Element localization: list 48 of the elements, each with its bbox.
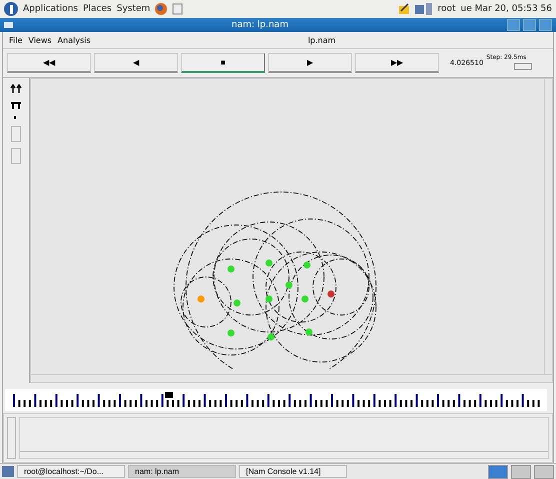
- network-node[interactable]: [198, 296, 204, 302]
- playback-button[interactable]: ◀◀: [7, 53, 91, 73]
- network-node[interactable]: [306, 328, 312, 336]
- network-node[interactable]: [234, 300, 240, 306]
- logo-icon[interactable]: [4, 2, 18, 16]
- panel-menu[interactable]: Applications: [23, 4, 78, 14]
- menu-item[interactable]: Analysis: [58, 36, 91, 44]
- network-node[interactable]: [328, 290, 334, 298]
- minimize-button[interactable]: [507, 19, 520, 31]
- panel-menu[interactable]: Places: [82, 4, 112, 14]
- network-node[interactable]: [266, 296, 272, 302]
- network-node[interactable]: [302, 296, 308, 302]
- tool-button[interactable]: [11, 126, 21, 142]
- globe-icon[interactable]: [155, 3, 168, 15]
- document-icon[interactable]: [172, 3, 184, 15]
- workspace-button[interactable]: [511, 464, 531, 478]
- clock: ue Mar 20, 05:53 56: [460, 4, 552, 14]
- playback-button[interactable]: ■: [181, 53, 265, 73]
- workspace-button[interactable]: [534, 464, 554, 478]
- maximize-button[interactable]: [523, 19, 536, 31]
- window-menu-icon[interactable]: [4, 22, 13, 28]
- menu-item[interactable]: File: [9, 36, 22, 44]
- notepad-icon[interactable]: [398, 3, 410, 15]
- network-node[interactable]: [266, 260, 272, 266]
- playback-button[interactable]: ▶: [268, 53, 352, 73]
- file-label: lp.nam: [306, 36, 337, 44]
- window-title: nam: lp.nam: [230, 20, 290, 30]
- timeline-ruler[interactable]: [5, 389, 547, 411]
- vertical-scrollbar[interactable]: [7, 417, 16, 459]
- close-button[interactable]: [539, 19, 552, 31]
- panel-menu[interactable]: System: [116, 4, 150, 14]
- network-icon[interactable]: [414, 3, 433, 15]
- taskbar-button[interactable]: nam: lp.nam: [128, 465, 236, 478]
- network-node[interactable]: [228, 266, 234, 272]
- menu-item[interactable]: Views: [28, 36, 52, 44]
- network-node[interactable]: [304, 262, 310, 268]
- network-node[interactable]: [268, 334, 274, 340]
- taskbar-button[interactable]: [Nam Console v1.14]: [239, 465, 347, 478]
- zoom-in-icon[interactable]: [10, 84, 22, 94]
- playback-button[interactable]: ▶▶: [355, 53, 439, 73]
- desktop-icon[interactable]: [2, 466, 14, 477]
- user-name: root: [438, 4, 456, 14]
- network-node[interactable]: [286, 282, 292, 288]
- taskbar-button[interactable]: root@localhost:~/Do...: [17, 465, 125, 478]
- tool-button[interactable]: [11, 148, 21, 164]
- workspace-button[interactable]: [488, 464, 508, 478]
- playback-button[interactable]: ◀: [94, 53, 178, 73]
- network-node[interactable]: [228, 330, 234, 336]
